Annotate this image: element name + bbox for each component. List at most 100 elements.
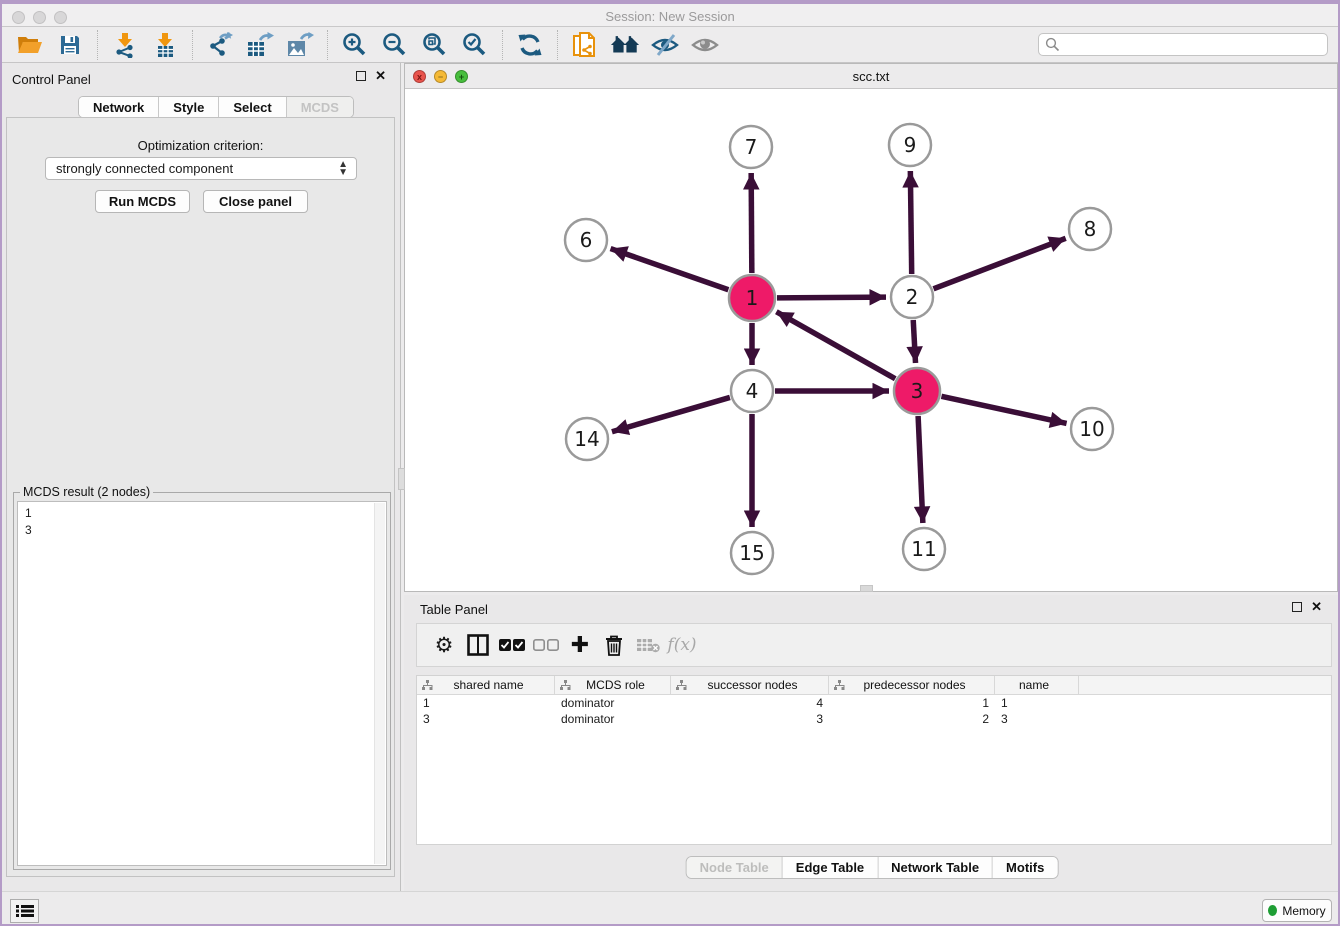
graph-node-7[interactable]: 7 <box>730 126 772 168</box>
export-image-button[interactable] <box>285 30 315 60</box>
float-panel-button[interactable] <box>356 71 366 81</box>
column-header-shared-name[interactable]: shared name <box>417 676 555 694</box>
main-toolbar <box>0 27 1340 63</box>
task-history-button[interactable] <box>10 899 39 923</box>
column-type-icon <box>422 680 433 691</box>
add-column-button[interactable]: ✚ <box>563 628 597 662</box>
import-table-button[interactable] <box>150 30 180 60</box>
column-header-successor-nodes[interactable]: successor nodes <box>671 676 829 694</box>
graph-node-4[interactable]: 4 <box>731 370 773 412</box>
save-session-button[interactable] <box>55 30 85 60</box>
show-all-button[interactable] <box>690 30 720 60</box>
select-all-columns-button[interactable] <box>495 628 529 662</box>
table-settings-button[interactable]: ⚙ <box>427 628 461 662</box>
zoom-fit-button[interactable] <box>420 30 450 60</box>
cell-name: 3 <box>995 711 1079 727</box>
graph-edge-1-6[interactable] <box>611 249 729 290</box>
tab-node-table[interactable]: Node Table <box>687 857 783 878</box>
graph-edge-1-7[interactable] <box>751 173 752 273</box>
control-panel: Control Panel ✕ Network Style Select MCD… <box>0 63 401 891</box>
hide-selected-button[interactable] <box>650 30 680 60</box>
zoom-out-icon <box>382 32 408 58</box>
graph-node-9[interactable]: 9 <box>889 124 931 166</box>
graph-node-1[interactable]: 1 <box>729 275 775 321</box>
split-columns-button[interactable] <box>461 628 495 662</box>
status-bar: Memory <box>0 891 1340 926</box>
graph-edge-2-3[interactable] <box>913 320 915 363</box>
open-session-button[interactable] <box>15 30 45 60</box>
run-mcds-button[interactable]: Run MCDS <box>95 190 190 213</box>
result-line: 1 <box>25 505 386 522</box>
table-row[interactable]: 3 dominator 3 2 3 <box>417 711 1331 727</box>
delete-column-button[interactable] <box>597 628 631 662</box>
mcds-result-box[interactable]: 1 3 <box>17 501 387 866</box>
toolbar-separator <box>502 30 503 60</box>
memory-button[interactable]: Memory <box>1262 899 1332 922</box>
zoom-selected-button[interactable] <box>460 30 490 60</box>
graph-node-14[interactable]: 14 <box>566 418 608 460</box>
graph-edge-4-14[interactable] <box>612 397 730 431</box>
tab-network-table[interactable]: Network Table <box>878 857 993 878</box>
import-table-icon <box>153 32 177 58</box>
zoom-out-button[interactable] <box>380 30 410 60</box>
toolbar-separator <box>192 30 193 60</box>
graph-node-2[interactable]: 2 <box>891 276 933 318</box>
homes-icon <box>610 34 640 56</box>
deselect-all-columns-button[interactable] <box>529 628 563 662</box>
graph-node-label: 2 <box>906 285 919 309</box>
delete-table-button[interactable] <box>631 628 665 662</box>
tab-edge-table[interactable]: Edge Table <box>783 857 878 878</box>
column-header-mcds-role[interactable]: MCDS role <box>555 676 671 694</box>
column-header-name[interactable]: name <box>995 676 1079 694</box>
table-header-row: shared name MCDS role successor nodes pr… <box>417 676 1331 695</box>
import-network-button[interactable] <box>110 30 140 60</box>
checked-boxes-icon <box>499 638 525 652</box>
cell-mcds-role: dominator <box>555 711 671 727</box>
optimization-criterion-value: strongly connected component <box>56 161 233 176</box>
graph-edge-2-9[interactable] <box>910 171 911 274</box>
search-input[interactable] <box>1060 35 1327 54</box>
graph-node-label: 1 <box>746 286 759 310</box>
graph-edge-3-11[interactable] <box>918 416 923 523</box>
graph-edge-3-1[interactable] <box>776 312 895 379</box>
tab-select[interactable]: Select <box>219 97 286 117</box>
duplicate-network-button[interactable] <box>570 30 600 60</box>
cell-shared-name: 3 <box>417 711 555 727</box>
memory-label: Memory <box>1282 904 1325 918</box>
tab-motifs[interactable]: Motifs <box>993 857 1057 878</box>
graph-node-3[interactable]: 3 <box>894 368 940 414</box>
panel-divider-grip-horizontal[interactable] <box>860 585 873 592</box>
table-row[interactable]: 1 dominator 4 1 1 <box>417 695 1331 711</box>
export-table-button[interactable] <box>245 30 275 60</box>
close-panel-button[interactable]: Close panel <box>203 190 308 213</box>
tab-mcds[interactable]: MCDS <box>287 97 353 117</box>
network-window-titlebar[interactable]: x − + scc.txt <box>405 64 1337 89</box>
zoom-in-button[interactable] <box>340 30 370 60</box>
graph-node-8[interactable]: 8 <box>1069 208 1111 250</box>
graph-node-11[interactable]: 11 <box>903 528 945 570</box>
graph-edge-2-8[interactable] <box>933 238 1065 289</box>
apply-layout-button[interactable] <box>515 30 545 60</box>
float-table-panel-button[interactable] <box>1292 602 1302 612</box>
trash-icon <box>605 635 623 656</box>
close-table-panel-button[interactable]: ✕ <box>1311 602 1322 612</box>
graph-node-6[interactable]: 6 <box>565 219 607 261</box>
mcds-tab-pane: Optimization criterion: strongly connect… <box>6 117 395 877</box>
optimization-criterion-select[interactable]: strongly connected component ▲▼ <box>45 157 357 180</box>
export-network-button[interactable] <box>205 30 235 60</box>
result-scrollbar[interactable] <box>374 503 385 864</box>
network-canvas[interactable]: 7 9 6 8 1 2 4 3 14 10 15 11 <box>406 89 1336 591</box>
tab-style[interactable]: Style <box>159 97 219 117</box>
graph-node-10[interactable]: 10 <box>1071 408 1113 450</box>
function-builder-button[interactable]: f(x) <box>665 628 699 662</box>
search-field[interactable] <box>1038 33 1328 56</box>
graph-edge-1-2[interactable] <box>777 297 886 298</box>
panel-divider-grip-vertical[interactable] <box>398 468 405 490</box>
plus-icon: ✚ <box>571 633 589 658</box>
column-header-predecessor-nodes[interactable]: predecessor nodes <box>829 676 995 694</box>
graph-edge-3-10[interactable] <box>941 396 1066 423</box>
graph-node-15[interactable]: 15 <box>731 532 773 574</box>
merge-networks-button[interactable] <box>610 30 640 60</box>
close-panel-icon-button[interactable]: ✕ <box>375 71 386 81</box>
tab-network[interactable]: Network <box>79 97 159 117</box>
